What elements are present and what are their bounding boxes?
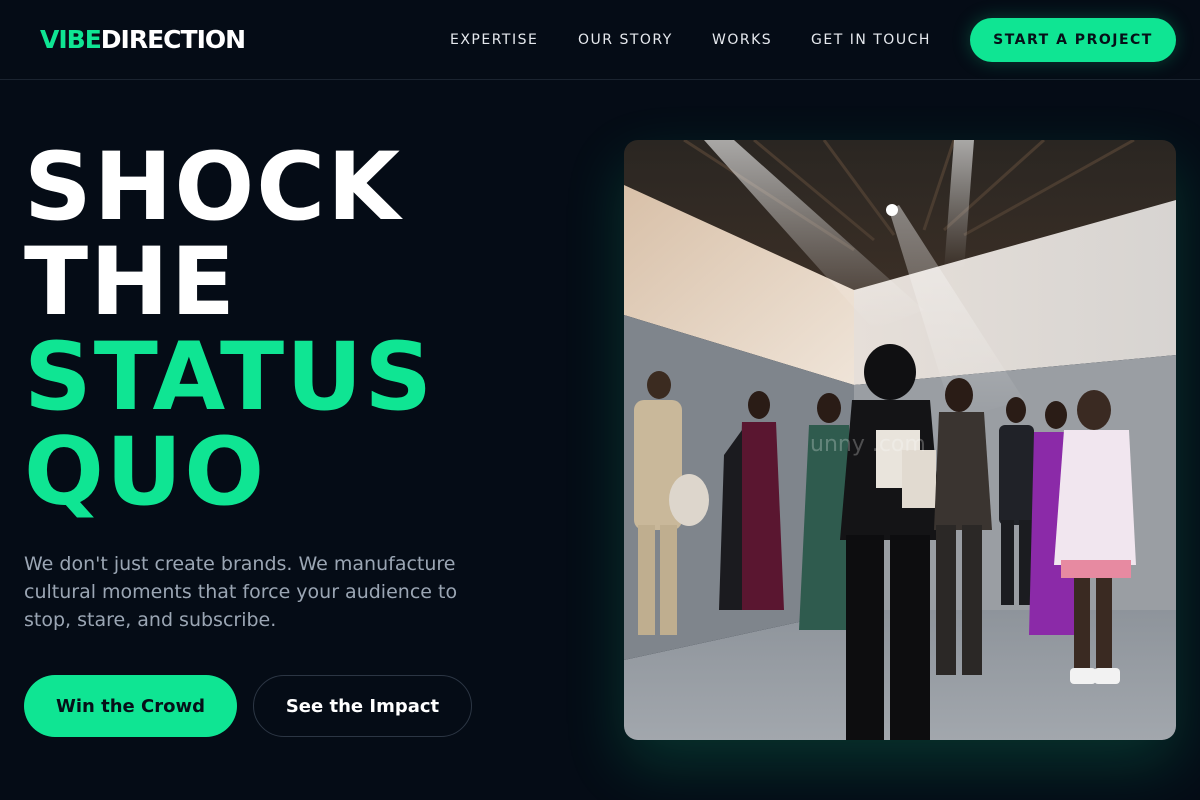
landing-page: VIBEDIRECTION EXPERTISE OUR STORY WORKS … (0, 0, 1200, 800)
nav-link-expertise[interactable]: EXPERTISE (450, 30, 538, 50)
start-project-button[interactable]: START A PROJECT (970, 18, 1176, 62)
win-the-crowd-button[interactable]: Win the Crowd (24, 675, 237, 737)
nav-link-get-in-touch[interactable]: GET IN TOUCH (811, 30, 931, 50)
logo-main-text: DIRECTION (100, 25, 246, 54)
image-watermark: unny .com (810, 432, 926, 457)
headline-line-3: STATUS (24, 323, 435, 432)
nav-link-works[interactable]: WORKS (712, 30, 772, 50)
nav-link-our-story[interactable]: OUR STORY (578, 30, 673, 50)
headline-line-2: THE (24, 228, 238, 337)
see-the-impact-button[interactable]: See the Impact (253, 675, 472, 737)
hero-subcopy: We don't just create brands. We manufact… (24, 553, 458, 631)
hero-headline: SHOCK THE STATUS QUO (24, 140, 434, 520)
logo-accent-text: VIBE (40, 25, 102, 54)
site-header: VIBEDIRECTION EXPERTISE OUR STORY WORKS … (0, 0, 1200, 80)
headline-line-4: QUO (24, 418, 267, 527)
brand-logo[interactable]: VIBEDIRECTION (40, 24, 246, 56)
headline-line-1: SHOCK (24, 133, 403, 242)
